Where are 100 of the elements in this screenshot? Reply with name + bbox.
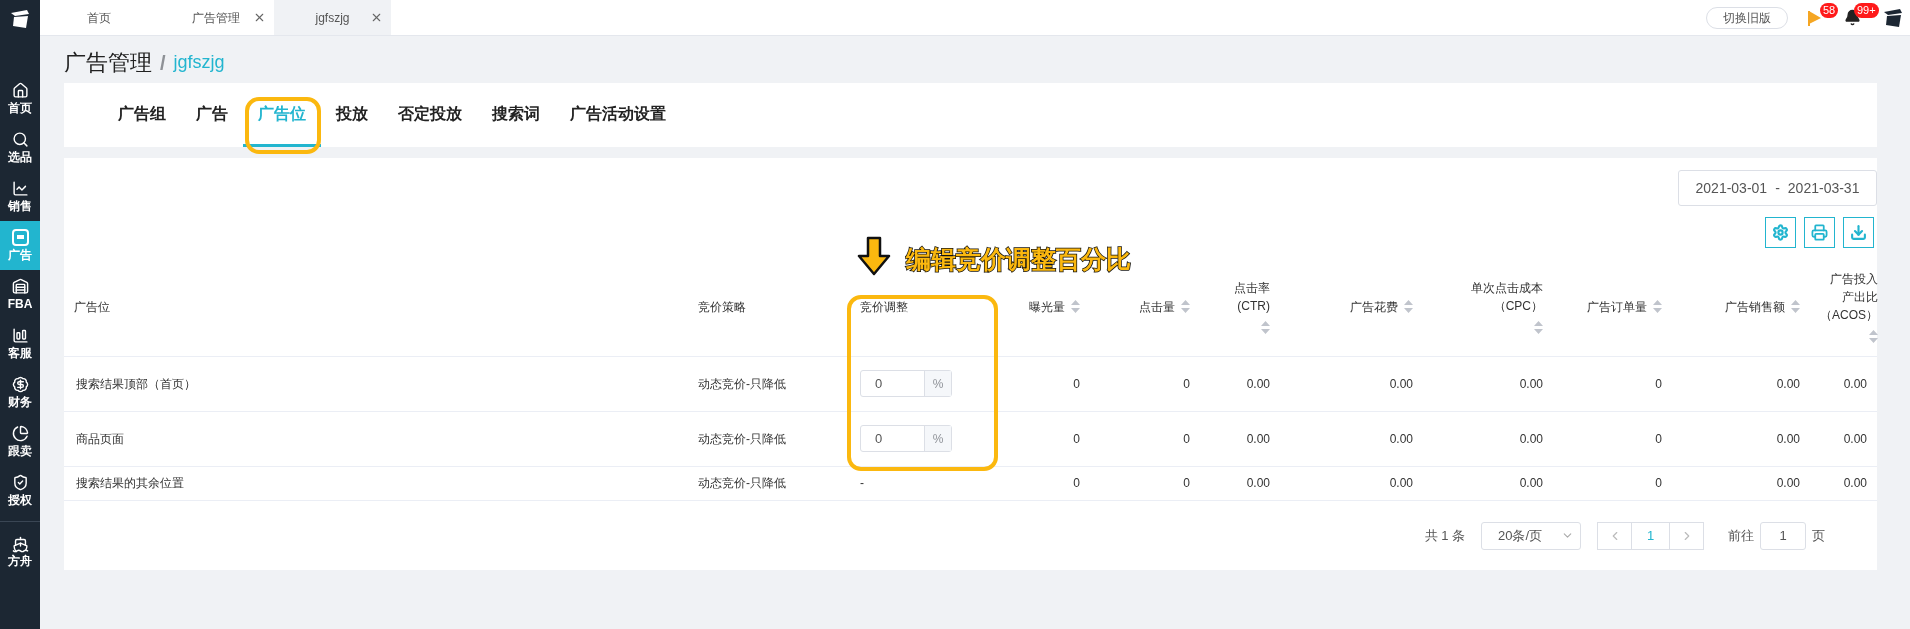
page-title: 广告管理 (64, 49, 152, 77)
table-cell: 0.00 (1810, 356, 1877, 411)
table-cell: 0.00 (1280, 411, 1423, 466)
table-cell: 0 (1090, 411, 1200, 466)
column-header[interactable]: 曝光量 (1029, 297, 1080, 316)
sort-icon[interactable] (1534, 321, 1543, 335)
percent-input-field[interactable]: 0 % (860, 370, 952, 397)
logo-icon (9, 9, 31, 29)
shield-check-icon (11, 473, 29, 491)
table-cell: 0.00 (1423, 466, 1553, 500)
percent-input-field[interactable]: 0 % (860, 425, 952, 452)
home-icon (11, 81, 29, 99)
column-header[interactable]: 广告订单量 (1587, 297, 1662, 316)
logo-icon (1882, 7, 1904, 28)
table-cell: 0.00 (1200, 356, 1280, 411)
tab[interactable]: 广告 (181, 83, 243, 147)
page-size-select[interactable]: 20条/页 (1481, 521, 1581, 550)
close-icon[interactable] (370, 11, 383, 24)
dollar-icon (11, 375, 29, 393)
table-cell: 0 (1000, 411, 1090, 466)
column-header[interactable]: 单次点击成本（CPC） (1433, 279, 1543, 335)
sort-icon[interactable] (1869, 330, 1878, 344)
table-cell: 0.00 (1423, 411, 1553, 466)
print-button[interactable] (1804, 217, 1835, 248)
sidebar-item[interactable]: 财务 (0, 368, 40, 417)
table-cell: 0 (1090, 356, 1200, 411)
tab[interactable]: 广告活动设置 (555, 83, 681, 147)
settings-icon (1772, 224, 1789, 241)
sidebar-item[interactable]: 选品 (0, 123, 40, 172)
printer-icon (1811, 224, 1828, 241)
download-icon (1850, 224, 1867, 241)
column-header[interactable]: 广告投入产出比（ACOS） (1820, 270, 1878, 344)
pie-chart-icon (11, 424, 29, 442)
table-cell: 0 (1090, 466, 1200, 500)
table-cell: 0 (1553, 466, 1672, 500)
flag-icon[interactable] (1808, 9, 1822, 26)
close-icon[interactable] (253, 11, 266, 24)
table-cell: 0.00 (1672, 466, 1810, 500)
settings-button[interactable] (1765, 217, 1796, 248)
table-cell: 搜索结果顶部（首页） (64, 356, 688, 411)
line-chart-icon (11, 179, 29, 197)
notification-badge: 58 (1820, 2, 1839, 18)
table-cell: 0.00 (1280, 466, 1423, 500)
table-cell: 搜索结果的其余位置 (64, 466, 688, 500)
breadcrumb-separator: / (160, 50, 166, 76)
column-header[interactable]: 广告销售额 (1725, 297, 1800, 316)
tab[interactable]: 投放 (321, 83, 383, 147)
column-header: 竞价策略 (698, 298, 746, 316)
table-cell: 0.00 (1280, 356, 1423, 411)
column-header: 广告位 (74, 298, 110, 316)
warehouse-icon (11, 277, 29, 295)
table-cell: 动态竞价-只降低 (688, 466, 850, 500)
notification-badge: 99+ (1854, 2, 1879, 18)
next-page-button[interactable] (1669, 521, 1704, 550)
page-unit: 页 (1812, 526, 1825, 545)
table-cell: 商品页面 (64, 411, 688, 466)
table-cell: 0.00 (1810, 411, 1877, 466)
bar-chart-icon (11, 326, 29, 344)
table-cell: 0 (1553, 356, 1672, 411)
sort-icon[interactable] (1261, 321, 1270, 335)
page-tab[interactable]: jgfszjg (274, 0, 391, 35)
sort-icon[interactable] (1791, 300, 1800, 314)
goto-label: 前往 (1728, 526, 1754, 545)
table-cell: 0.00 (1200, 411, 1280, 466)
download-button[interactable] (1843, 217, 1874, 248)
tab[interactable]: 搜索词 (477, 83, 555, 147)
annotation-text: 编辑竞价调整百分比 (906, 244, 1131, 275)
column-header: 竞价调整 (860, 298, 908, 316)
tab[interactable]: 否定投放 (383, 83, 477, 147)
table-cell: 0 (1000, 466, 1090, 500)
table-cell: 0.00 (1200, 466, 1280, 500)
down-arrow-icon (857, 236, 891, 276)
sort-icon[interactable] (1653, 300, 1662, 314)
sort-icon[interactable] (1404, 300, 1413, 314)
column-header[interactable]: 点击量 (1139, 297, 1190, 316)
sort-icon[interactable] (1071, 300, 1080, 314)
date-range-field[interactable]: 2021-03-01 - 2021-03-31 (1678, 170, 1877, 206)
ad-icon (11, 228, 29, 246)
column-header[interactable]: 广告花费 (1350, 297, 1413, 316)
table-cell: 0.00 (1672, 356, 1810, 411)
table-cell: 0.00 (1672, 411, 1810, 466)
sort-icon[interactable] (1181, 300, 1190, 314)
table-cell: 动态竞价-只降低 (688, 356, 850, 411)
previous-page-button[interactable] (1597, 521, 1632, 550)
sidebar-item[interactable]: 授权 (0, 466, 40, 515)
sidebar-item[interactable]: 跟卖 (0, 417, 40, 466)
page-number-field[interactable]: 1 (1760, 521, 1806, 550)
sidebar-item[interactable]: 方舟 (0, 528, 40, 577)
table-cell: 动态竞价-只降低 (688, 411, 850, 466)
ship-icon (11, 536, 29, 553)
table-cell: 0.00 (1423, 356, 1553, 411)
column-header[interactable]: 点击率(CTR) (1210, 279, 1270, 335)
sidebar-item[interactable]: 首页 (0, 74, 40, 123)
sidebar-item[interactable]: 销售 (0, 172, 40, 221)
sidebar-item[interactable]: FBA (0, 270, 40, 319)
table-cell: 0.00 (1810, 466, 1877, 500)
table-cell: 0 (1000, 356, 1090, 411)
tab[interactable]: 广告组 (103, 83, 181, 147)
sidebar-item[interactable]: 客服 (0, 319, 40, 368)
total-count: 共 1 条 (1424, 526, 1465, 545)
